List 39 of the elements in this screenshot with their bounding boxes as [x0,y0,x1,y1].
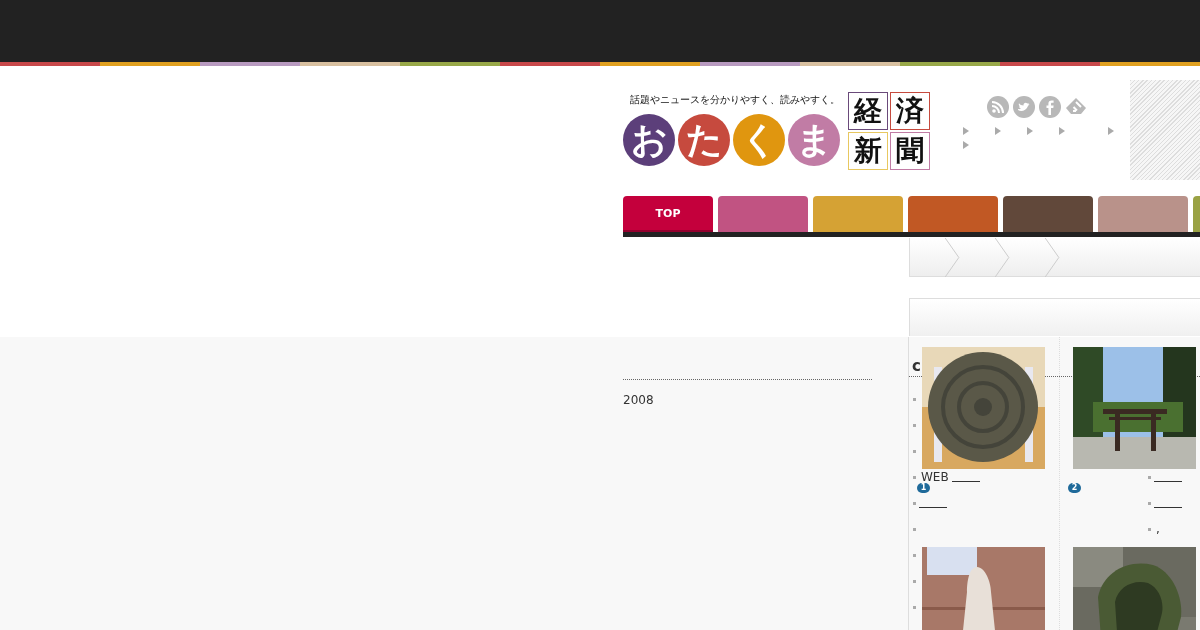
triangle-icon[interactable] [994,127,1001,135]
logo-letter: た [678,114,730,166]
bullet-icon [913,475,916,479]
logo-letter: く [733,114,785,166]
list-text: , [1156,522,1160,536]
bullet-icon [913,397,916,401]
facebook-icon[interactable] [1038,96,1061,118]
bullet-icon [913,501,916,505]
logo-letter: 聞 [890,132,930,170]
nav-tab[interactable]: TOP [623,196,713,232]
logo-letter: 新 [848,132,888,170]
archive-year[interactable]: 2008 [623,393,654,407]
bullet-icon [1148,475,1151,479]
logo-letter: 経 [848,92,888,130]
chevron-icon [1044,238,1060,277]
twitter-icon[interactable] [1012,96,1035,118]
triangle-icon[interactable] [1107,127,1114,135]
rank-badge: 2 [1068,483,1081,493]
chevron-icon [944,238,960,277]
bullet-icon [1148,501,1151,505]
logo-letter: 済 [890,92,930,130]
list-text[interactable]: WEB [921,470,949,484]
tagline: 話題やニュースを分かりやすく、読みやすく。 [629,93,840,106]
triangle-icon[interactable] [1058,127,1065,135]
chevron-icon [994,238,1010,277]
bullet-icon [913,527,916,531]
bullet-icon [913,605,916,609]
bullet-icon [913,449,916,453]
bullet-icon [913,423,916,427]
logo-letter: ま [788,114,840,166]
rank-badge: 1 [917,483,930,493]
bullet-icon [913,579,916,583]
ranking-heading: c [911,356,921,376]
triangle-icon[interactable] [1026,127,1033,135]
rss-icon[interactable] [986,96,1009,118]
logo-letter: お [623,114,675,166]
site-logo[interactable]: 話題やニュースを分かりやすく、読みやすく。 お た く ま 経 済 新 聞 [623,93,932,170]
bullet-icon [913,553,916,557]
bullet-icon [1148,527,1151,531]
